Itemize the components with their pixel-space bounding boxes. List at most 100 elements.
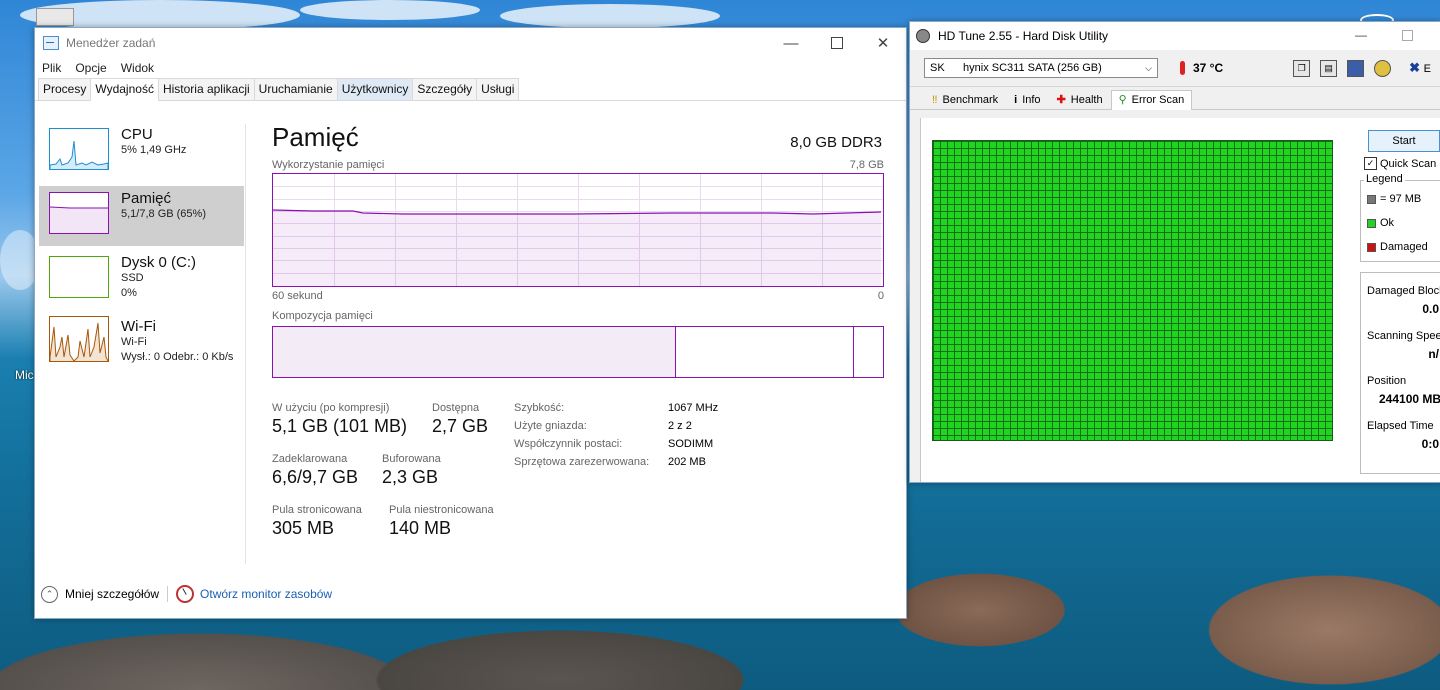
memory-usage-graph [272,173,884,287]
available-label: Dostępna [432,402,480,414]
cached-label: Buforowana [382,453,441,465]
hdtune-toolbar: SK hynix SC311 SATA (256 GB) ⌵ 37 °C ❐ ▤… [910,50,1440,87]
options-icon[interactable] [1374,59,1392,77]
tab-services[interactable]: Usługi [476,78,520,100]
desktop-icon[interactable] [36,8,74,26]
sidebar-wifi-sub1: Wi-Fi [121,336,147,348]
sidebar-wifi-title: Wi-Fi [121,318,156,335]
desktop-icon-label[interactable]: Mic [15,368,34,382]
less-details-link[interactable]: Mniej szczegółów [65,587,159,601]
memory-usage-line [273,209,881,286]
composition-in-use-segment [273,327,676,377]
drive-select[interactable]: SK hynix SC311 SATA (256 GB) ⌵ [924,58,1158,78]
detail-speed: Szybkość: 1067 MHz [514,402,719,414]
wifi-sparkline [50,322,108,361]
minimize-button[interactable]: — [1355,28,1367,42]
elapsed-time-label: Elapsed Time [1367,420,1434,432]
scanning-speed-value: n/ [1428,347,1439,361]
quick-scan-label: Quick Scan [1380,157,1437,170]
temperature-readout: 37 °C [1180,61,1223,75]
exit-button[interactable]: ✖ E [1409,60,1431,76]
window-title: Menedżer zadań [66,36,156,50]
tab-app-history[interactable]: Historia aplikacji [157,78,255,100]
sidebar-disk-sub2: 0% [121,287,137,299]
committed-value: 6,6/9,7 GB [272,467,359,487]
sidebar-item-memory[interactable]: Pamięć 5,1/7,8 GB (65%) [39,186,244,246]
scan-controls: Start ✓ Quick Scan Legend = 97 MB Ok Dam… [1360,130,1440,474]
menu-options[interactable]: Opcje [75,61,106,75]
chevron-down-icon: ⌵ [1145,62,1152,73]
cpu-sparkline [50,140,108,169]
sidebar-item-wifi[interactable]: Wi-Fi Wi-Fi Wysł.: 0 Odebr.: 0 Kb/s [39,314,244,374]
paste-icon[interactable]: ▤ [1320,59,1338,77]
tab-details[interactable]: Szczegóły [412,78,478,100]
cpu-thumbnail-graph [49,128,109,170]
sidebar-disk-sub1: SSD [121,272,144,284]
tab-users[interactable]: Użytkownicy [336,78,414,100]
chevron-up-icon[interactable]: ⌃ [41,585,58,603]
quick-scan-checkbox[interactable]: ✓ Quick Scan [1364,157,1440,170]
maximize-icon [831,37,843,49]
sidebar-item-cpu[interactable]: CPU 5% 1,49 GHz [39,122,244,182]
memory-sparkline [50,206,108,233]
graph-time-left: 60 sekund [272,290,323,302]
tab-benchmark[interactable]: ‼ Benchmark [924,91,1006,109]
info-icon: i [1014,94,1018,106]
hdtune-app-icon [916,29,930,43]
detail-hw-reserved: Sprzętowa zarezerwowana: 202 MB [514,456,706,468]
exit-label: E [1423,63,1432,75]
tab-error-scan[interactable]: ⚲ Error Scan [1110,90,1193,110]
legend-item: = 97 MB [1367,193,1440,205]
toolbar-icons: ❐ ▤ ✖ E [1293,59,1431,77]
cached-value: 2,3 GB [382,467,439,487]
start-button[interactable]: Start [1368,130,1440,152]
memory-spec: 8,0 GB DDR3 [790,134,882,151]
nonpaged-pool-value: 140 MB [389,518,452,538]
elapsed-time-value: 0:0 [1421,437,1439,451]
committed-label: Zadeklarowana [272,453,348,465]
sidebar-wifi-sub2: Wysł.: 0 Odebr.: 0 Kb/s [121,351,234,363]
save-icon[interactable] [1347,59,1365,77]
health-cross-icon: ✚ [1056,94,1066,106]
minimize-button[interactable]: — [768,28,814,58]
task-manager-window: Menedżer zadań — ✕ Plik Opcje Widok Proc… [34,27,907,619]
usage-graph-label: Wykorzystanie pamięci [272,159,385,171]
tab-health[interactable]: ✚ Health [1049,90,1111,109]
usage-graph-max: 7,8 GB [849,159,884,171]
menu-view[interactable]: Widok [121,61,154,75]
menu-bar: Plik Opcje Widok [35,58,906,78]
legend-group: Legend = 97 MB Ok Damaged [1360,173,1440,262]
copy-icon[interactable]: ❐ [1293,59,1311,77]
tab-processes[interactable]: Procesy [38,78,92,100]
tab-strip: Procesy Wydajność Historia aplikacji Uru… [35,78,906,101]
tab-info[interactable]: i Info [1006,91,1048,109]
performance-sidebar: CPU 5% 1,49 GHz Pamięć 5,1/7,8 GB (65%) … [39,122,244,378]
cloud [300,0,480,20]
menu-file[interactable]: Plik [42,61,61,75]
graph-time-right: 0 [877,290,884,302]
memory-panel: Pamięć 8,0 GB DDR3 Wykorzystanie pamięci… [272,122,884,562]
hdtune-titlebar[interactable]: HD Tune 2.55 - Hard Disk Utility — [910,22,1440,50]
scanning-speed-label: Scanning Speed [1367,330,1440,342]
hdtune-window: HD Tune 2.55 - Hard Disk Utility — SK hy… [909,21,1440,483]
resource-monitor-link[interactable]: Otwórz monitor zasobów [200,587,332,601]
sidebar-memory-sub: 5,1/7,8 GB (65%) [121,208,206,220]
in-use-label: W użyciu (po kompresji) [272,402,390,414]
drive-select-value: SK hynix SC311 SATA (256 GB) [930,62,1102,74]
footer-bar: ⌃ Mniej szczegółów Otwórz monitor zasobó… [41,585,332,603]
tab-startup[interactable]: Uruchamianie [253,78,338,100]
close-button[interactable]: ✕ [860,28,906,58]
thermometer-icon [1180,61,1185,75]
wifi-thumbnail-graph [49,316,109,362]
available-value: 2,7 GB [432,416,489,436]
maximize-button[interactable] [1402,30,1413,41]
scan-info-group: Damaged Blocks 0.0 Scanning Speed n/ Pos… [1360,272,1440,474]
detail-form-factor: Współczynnik postaci: SODIMM [514,438,714,450]
sidebar-item-disk[interactable]: Dysk 0 (C:) SSD 0% [39,250,244,310]
damaged-blocks-value: 0.0 [1422,302,1439,316]
paged-pool-label: Pula stronicowana [272,504,362,516]
maximize-button[interactable] [814,28,860,58]
sidebar-disk-title: Dysk 0 (C:) [121,254,196,271]
composition-label: Kompozycja pamięci [272,310,373,322]
tab-performance[interactable]: Wydajność [90,78,159,101]
